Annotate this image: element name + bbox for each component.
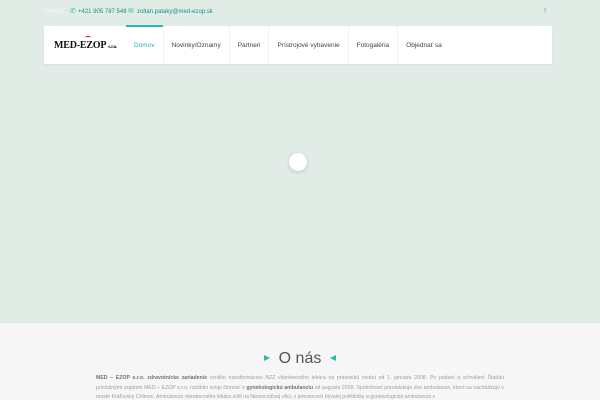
about-text-2: príslušnými orgánmi MED – EZOP s.r.o. ro…: [96, 384, 247, 391]
logo-name: MED-EZOP: [54, 40, 107, 51]
email-link[interactable]: zoltan.pataky@med-ezop.sk: [137, 9, 213, 15]
menu-item-objednat-sa[interactable]: Objednať sa: [397, 26, 450, 64]
about-text-3: od augusta 2009. Spoločnosť prevádzkuje …: [313, 384, 472, 391]
contact-label: Kontakt: [44, 9, 65, 15]
menu-item-partneri[interactable]: Partneri: [228, 26, 269, 64]
main-menu: Domov Novinky/Oznamy Partneri Prístrojov…: [126, 25, 450, 64]
about-heading: O nás: [278, 350, 322, 367]
contact-bar: Kontakt ✆ +421 905 787 548 ✉ zoltan.pata…: [0, 0, 600, 26]
menu-item-pristrojove-vybavenie[interactable]: Prístrojové vybavenie: [268, 26, 347, 64]
gynecology-highlight: gynekologickú ambulanciu: [246, 384, 314, 391]
about-section: O nás MED – EZOP s.r.o. zdravotnícke zar…: [0, 323, 600, 400]
facebook-icon[interactable]: f: [544, 8, 546, 15]
about-text-1: vzniklo transformáciou NZZ všeobecného l…: [207, 375, 504, 381]
company-name: MED – EZOP s.r.o. zdravotnícke zariadeni…: [96, 375, 208, 381]
arrow-right-icon: [263, 354, 270, 361]
arrow-left-icon: [330, 354, 337, 361]
header-navigation: MED-EZOP s.r.o. Domov Novinky/Oznamy Part…: [44, 25, 552, 64]
logo-suffix: s.r.o.: [108, 45, 118, 50]
page: Kontakt ✆ +421 905 787 548 ✉ zoltan.pata…: [0, 0, 600, 400]
phone-link[interactable]: +421 905 787 548: [78, 9, 127, 15]
logo[interactable]: MED-EZOP s.r.o.: [54, 36, 118, 51]
phone-icon: ✆: [70, 8, 76, 15]
about-title: O nás: [0, 351, 600, 367]
about-paragraph: MED – EZOP s.r.o. zdravotnícke zariadeni…: [96, 374, 504, 400]
envelope-icon: ✉: [128, 8, 134, 15]
menu-item-fotogaleria[interactable]: Fotogaléria: [347, 26, 398, 64]
logo-swoosh-icon: [85, 36, 91, 40]
loading-spinner-icon: [289, 153, 307, 171]
menu-item-domov[interactable]: Domov: [126, 25, 163, 64]
menu-item-novinky[interactable]: Novinky/Oznamy: [162, 26, 229, 64]
